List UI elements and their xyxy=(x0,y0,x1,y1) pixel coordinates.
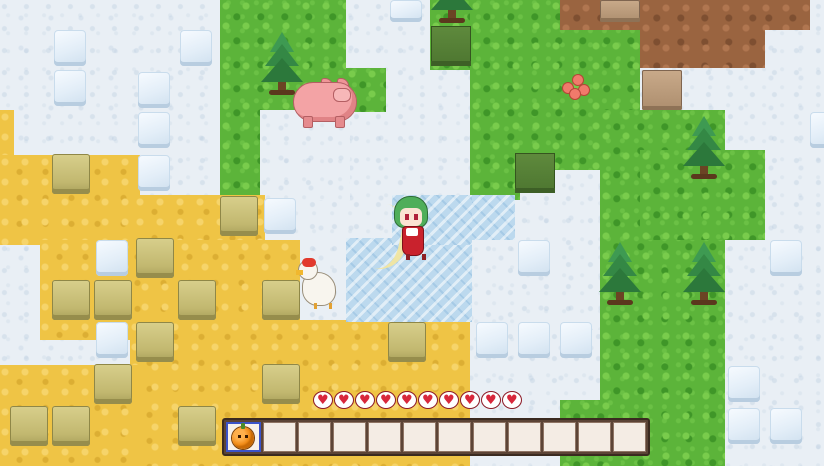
sand-terrain xyxy=(0,110,14,160)
sandstone-block[interactable] xyxy=(136,322,174,362)
ice-block[interactable] xyxy=(728,408,760,444)
ice-block[interactable] xyxy=(180,30,212,66)
sandstone-block[interactable] xyxy=(52,280,90,320)
ice-block[interactable] xyxy=(518,240,550,276)
ice-block[interactable] xyxy=(390,0,422,22)
ice-block[interactable] xyxy=(96,322,128,358)
sandstone-block[interactable] xyxy=(262,280,300,320)
hotbar-slot[interactable] xyxy=(508,422,541,452)
ice-block[interactable] xyxy=(96,240,128,276)
ice-block[interactable] xyxy=(770,408,802,444)
sandstone-block[interactable] xyxy=(262,364,300,404)
dirt-terrain xyxy=(640,0,765,68)
flower-sprite[interactable] xyxy=(560,72,592,100)
ice-block[interactable] xyxy=(728,366,760,402)
stone-block[interactable] xyxy=(642,70,682,110)
sandstone-block[interactable] xyxy=(388,322,426,362)
pine-tree[interactable] xyxy=(682,242,726,308)
hotbar-slot[interactable] xyxy=(333,422,366,452)
hotbar-slot[interactable] xyxy=(438,422,471,452)
heart-icon: ♥ xyxy=(335,392,353,408)
sandstone-block[interactable] xyxy=(136,238,174,278)
hotbar-slot[interactable] xyxy=(263,422,296,452)
health-bar: ♥ ♥ ♥ ♥ ♥ ♥ ♥ ♥ ♥ ♥ xyxy=(314,392,521,408)
pine-tree[interactable] xyxy=(598,242,642,308)
moss-block[interactable] xyxy=(431,26,471,66)
hotbar-slot[interactable] xyxy=(613,422,646,452)
heart-icon: ♥ xyxy=(419,392,437,408)
heart-icon: ♥ xyxy=(440,392,458,408)
hotbar-slot[interactable] xyxy=(368,422,401,452)
sandstone-block[interactable] xyxy=(52,406,90,446)
ice-block[interactable] xyxy=(518,322,550,358)
heart-icon: ♥ xyxy=(461,392,479,408)
pig-sprite[interactable] xyxy=(291,74,361,128)
hotbar-slot[interactable] xyxy=(403,422,436,452)
sandstone-block[interactable] xyxy=(52,154,90,194)
pumpkin-icon xyxy=(232,423,254,449)
ice-block[interactable] xyxy=(770,240,802,276)
sandstone-block[interactable] xyxy=(94,364,132,404)
sandstone-block[interactable] xyxy=(178,406,216,446)
sandstone-block[interactable] xyxy=(10,406,48,446)
sandstone-block[interactable] xyxy=(178,280,216,320)
chicken-sprite[interactable] xyxy=(296,258,336,310)
sandstone-block[interactable] xyxy=(220,196,258,236)
heart-icon: ♥ xyxy=(356,392,374,408)
hotbar-slot[interactable] xyxy=(298,422,331,452)
pine-tree[interactable] xyxy=(430,0,474,26)
hotbar-slot[interactable] xyxy=(578,422,611,452)
ice-block[interactable] xyxy=(54,30,86,66)
heart-icon: ♥ xyxy=(377,392,395,408)
ice-block[interactable] xyxy=(138,72,170,108)
ice-block[interactable] xyxy=(138,155,170,191)
ice-block[interactable] xyxy=(264,198,296,234)
hotbar-slot[interactable] xyxy=(473,422,506,452)
ice-block[interactable] xyxy=(476,322,508,358)
game-world[interactable]: ♥ ♥ ♥ ♥ ♥ ♥ ♥ ♥ ♥ ♥ xyxy=(0,0,824,466)
player-character[interactable] xyxy=(373,192,440,275)
ice-block[interactable] xyxy=(54,70,86,106)
moss-block[interactable] xyxy=(515,153,555,193)
ice-block[interactable] xyxy=(810,112,824,148)
heart-icon: ♥ xyxy=(398,392,416,408)
heart-icon: ♥ xyxy=(314,392,332,408)
heart-icon: ♥ xyxy=(482,392,500,408)
hotbar-slot-selected[interactable] xyxy=(226,422,261,452)
inventory-hotbar[interactable] xyxy=(222,418,650,456)
pine-tree[interactable] xyxy=(682,116,726,182)
ice-block[interactable] xyxy=(560,322,592,358)
stone-block[interactable] xyxy=(600,0,640,22)
ice-block[interactable] xyxy=(138,112,170,148)
sandstone-block[interactable] xyxy=(94,280,132,320)
heart-icon: ♥ xyxy=(503,392,521,408)
hotbar-slot[interactable] xyxy=(543,422,576,452)
